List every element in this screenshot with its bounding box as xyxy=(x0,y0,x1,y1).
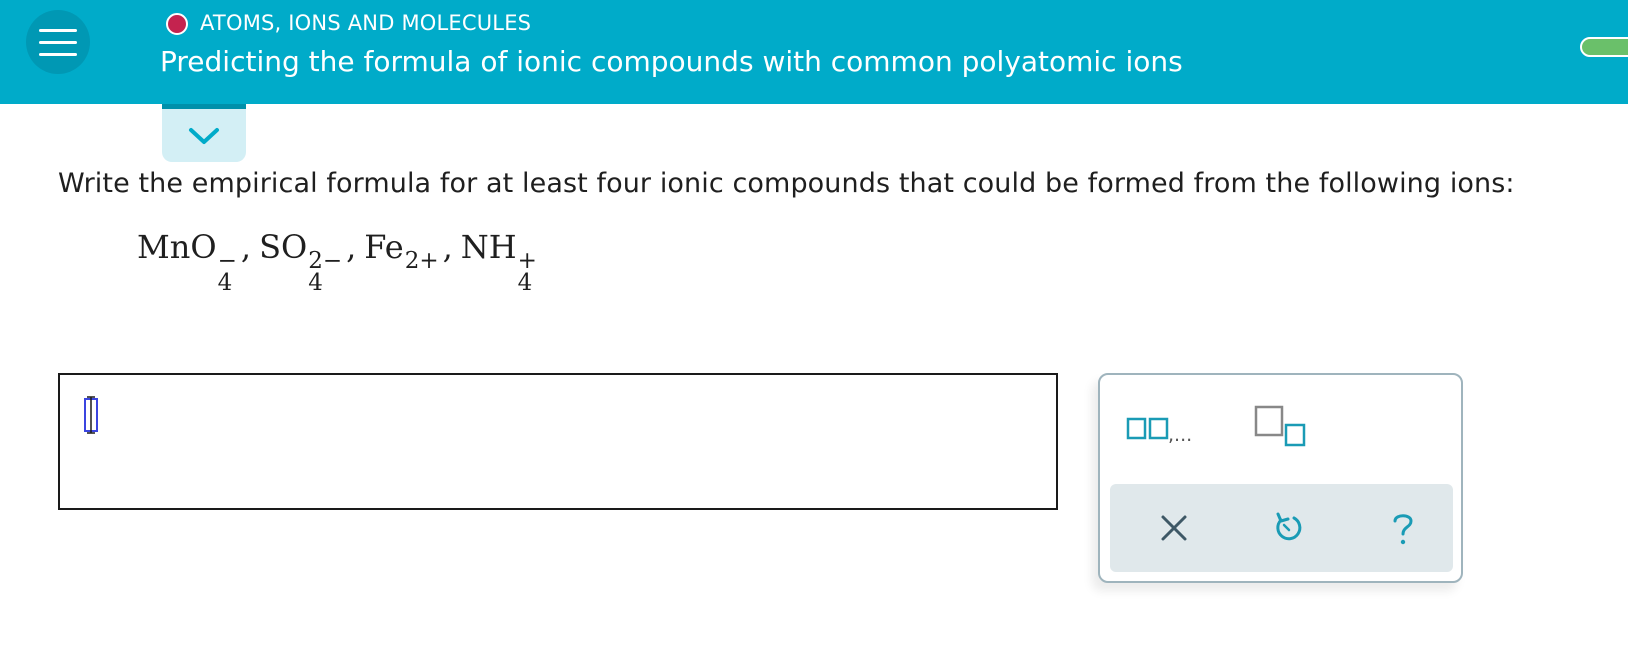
topic-status-dot xyxy=(166,13,188,35)
subscript-template-button[interactable] xyxy=(1254,405,1314,449)
subscript-template-icon xyxy=(1254,405,1306,447)
page: ATOMS, IONS AND MOLECULES Predicting the… xyxy=(0,0,1628,670)
svg-text:,...: ,... xyxy=(1168,424,1192,446)
ion-charge: 2+ xyxy=(404,248,439,274)
top-header: ATOMS, IONS AND MOLECULES Predicting the… xyxy=(0,0,1628,104)
tool-palette: ,... xyxy=(1098,373,1463,583)
ion-subscript xyxy=(405,272,439,294)
menu-button[interactable] xyxy=(26,10,90,74)
action-bar xyxy=(1110,484,1453,572)
ion-separator: , xyxy=(346,228,357,266)
undo-icon xyxy=(1276,512,1302,541)
ion-iron: Fe 2+ xyxy=(364,228,438,294)
input-cursor-icon xyxy=(84,396,98,434)
collapse-toggle[interactable] xyxy=(162,104,246,162)
hamburger-icon xyxy=(39,28,77,32)
ion-sulfate: SO 2− 4 xyxy=(259,228,343,296)
ion-separator: , xyxy=(442,228,453,266)
ion-separator: , xyxy=(240,228,252,266)
ion-ammonium: NH +4 xyxy=(460,228,537,296)
clear-button[interactable] xyxy=(1154,508,1194,548)
topic-label: ATOMS, IONS AND MOLECULES xyxy=(200,11,532,35)
progress-indicator xyxy=(1580,37,1628,57)
help-icon xyxy=(1393,514,1413,545)
ion-subscript: 4 xyxy=(308,270,323,296)
page-title: Predicting the formula of ionic compound… xyxy=(160,45,1183,78)
chevron-down-icon xyxy=(189,127,219,144)
ion-charge: − xyxy=(217,248,237,274)
answer-input[interactable] xyxy=(58,373,1058,510)
list-template-icon: ,... xyxy=(1126,417,1192,446)
ion-subscript: 4 xyxy=(217,270,233,296)
list-template-button[interactable]: ,... xyxy=(1126,413,1216,447)
ion-charge: 2− xyxy=(308,248,343,274)
close-icon xyxy=(1161,515,1187,541)
question-prompt: Write the empirical formula for at least… xyxy=(58,168,1515,199)
undo-button[interactable] xyxy=(1269,508,1309,548)
help-button[interactable] xyxy=(1383,508,1423,548)
ion-permanganate: MnO −4 xyxy=(137,228,237,296)
ion-list: MnO −4 , SO 2− 4 , Fe 2+ , NH +4 xyxy=(137,228,537,298)
ion-charge: + xyxy=(517,248,537,274)
ion-subscript: 4 xyxy=(517,270,533,296)
